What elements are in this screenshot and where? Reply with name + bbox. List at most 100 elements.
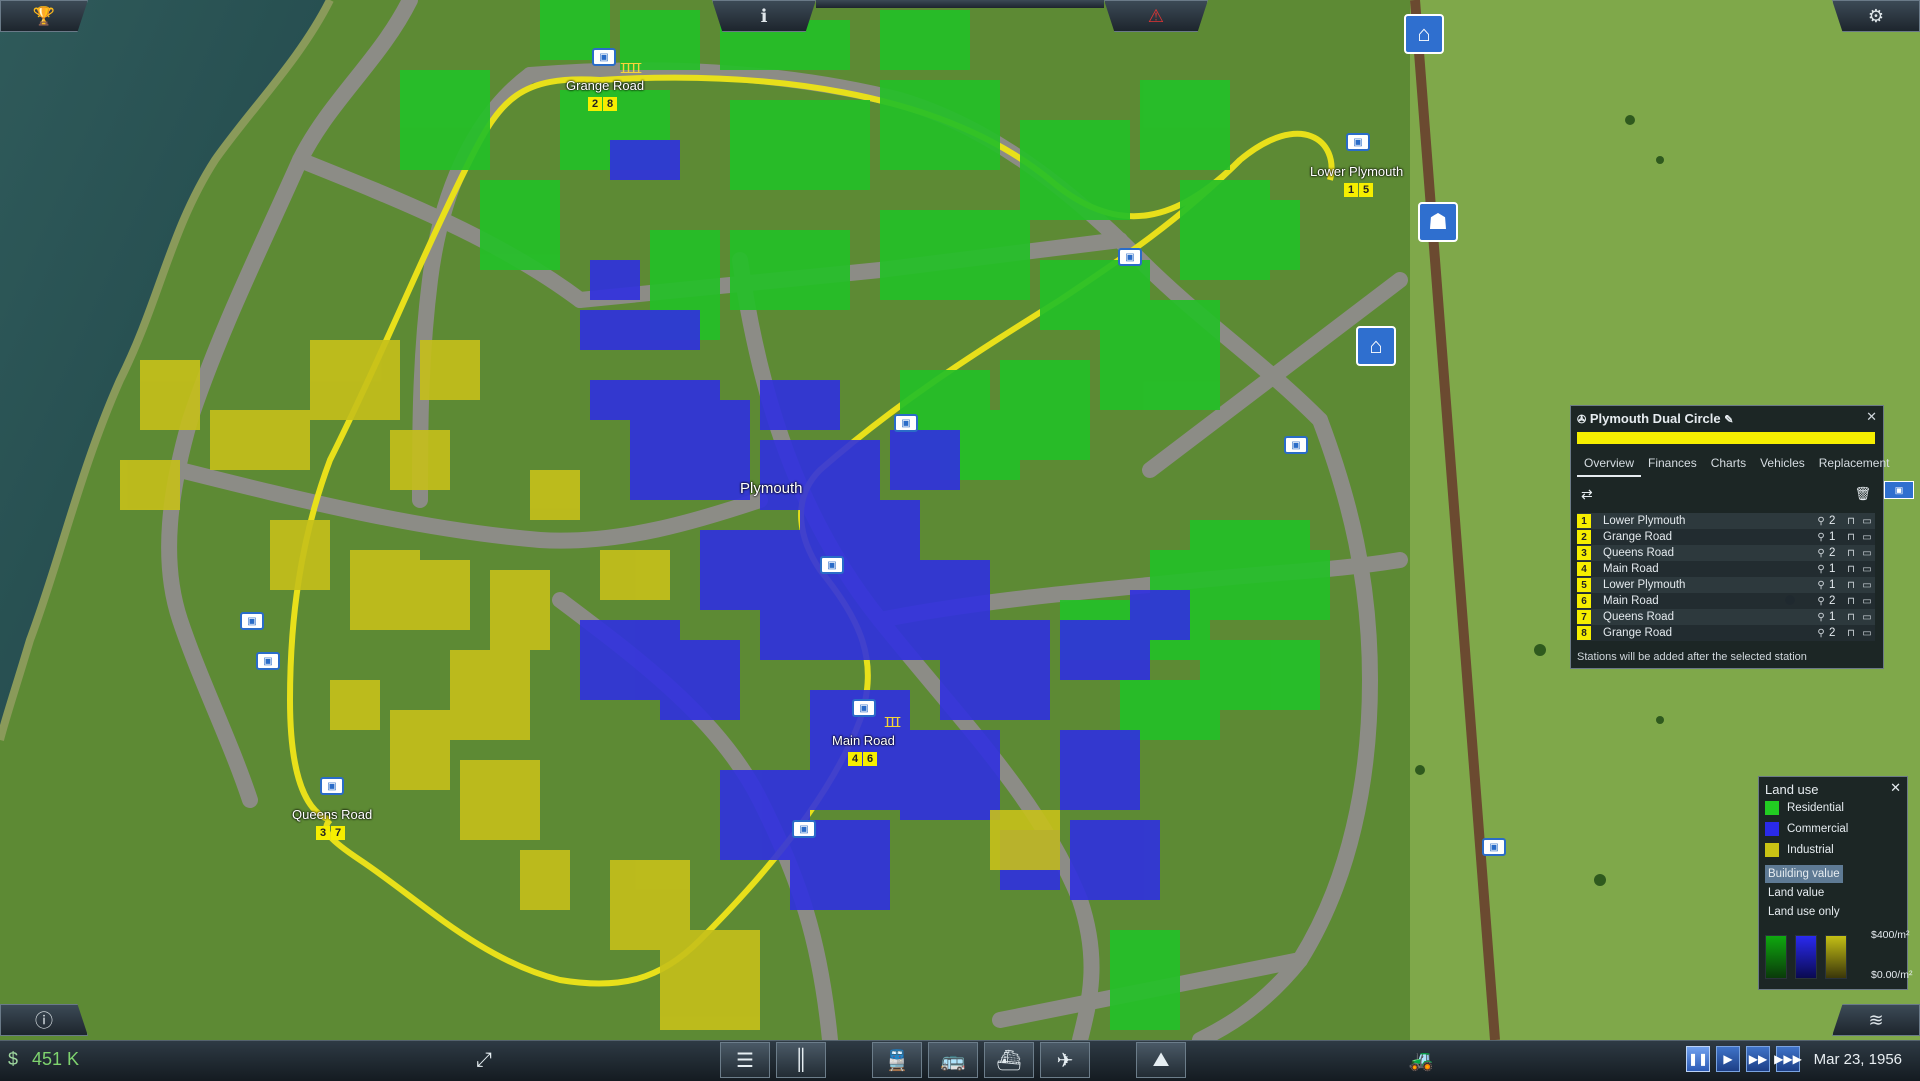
play-button[interactable]: ▶ [1716, 1046, 1740, 1072]
bus-stop-icon[interactable]: ▣ [240, 612, 264, 630]
waiting-icon: ⚲ [1817, 563, 1825, 575]
line-color-bar[interactable] [1577, 432, 1875, 444]
fast-forward-button[interactable]: ▶▶ [1746, 1046, 1770, 1072]
town-label[interactable]: Plymouth [740, 480, 803, 497]
mode-land-use-only[interactable]: Land use only [1765, 903, 1843, 921]
stop-toggle-icon[interactable]: ▭ [1859, 516, 1875, 527]
lock-icon[interactable]: ⊓ [1843, 612, 1859, 623]
rotate-button[interactable]: ⤢ [458, 1042, 510, 1078]
bus-stop-icon[interactable]: ▣ [1118, 248, 1142, 266]
trophy-icon: 🏆 [32, 5, 56, 26]
station-row[interactable]: 4 Main Road ⚲ 1 ⊓ ▭ [1577, 561, 1875, 577]
waiting-icon: ⚲ [1817, 611, 1825, 623]
station-number: 5 [1577, 578, 1591, 592]
close-button[interactable]: ✕ [1866, 409, 1877, 425]
station-row[interactable]: 8 Grange Road ⚲ 2 ⊓ ▭ [1577, 625, 1875, 641]
stop-toggle-icon[interactable]: ▭ [1859, 564, 1875, 575]
stop-toggle-icon[interactable]: ▭ [1859, 628, 1875, 639]
station-row[interactable]: 3 Queens Road ⚲ 2 ⊓ ▭ [1577, 545, 1875, 561]
tab-charts[interactable]: Charts [1704, 452, 1753, 477]
station-row[interactable]: 7 Queens Road ⚲ 1 ⊓ ▭ [1577, 609, 1875, 625]
station-row[interactable]: 2 Grange Road ⚲ 1 ⊓ ▭ [1577, 529, 1875, 545]
station-label-lower-plymouth[interactable]: Lower Plymouth [1310, 164, 1403, 179]
mode-building-value[interactable]: Building value [1765, 865, 1843, 883]
line-icon: ✇ [1577, 414, 1587, 426]
trash-icon[interactable]: 🗑 [1854, 486, 1871, 502]
bus-stop-icon[interactable]: ▣ [1884, 481, 1914, 499]
bus-depot-icon[interactable]: ⌂ [1356, 326, 1396, 366]
passenger-station-icon[interactable]: ☗ [1418, 202, 1458, 242]
bus-station-icon[interactable]: ▣ [592, 48, 616, 66]
lock-icon[interactable]: ⊓ [1843, 596, 1859, 607]
lock-icon[interactable]: ⊓ [1843, 580, 1859, 591]
settings-button[interactable]: ⚙ [1832, 0, 1920, 32]
stop-toggle-icon[interactable]: ▭ [1859, 532, 1875, 543]
station-label-grange-road[interactable]: Grange Road [566, 78, 644, 93]
stop-toggle-icon[interactable]: ▭ [1859, 596, 1875, 607]
line-window-title[interactable]: ✇ Plymouth Dual Circle ✎ [1577, 411, 1733, 426]
lock-icon[interactable]: ⊓ [1843, 564, 1859, 575]
lock-icon[interactable]: ⊓ [1843, 532, 1859, 543]
fastest-icon: ▶▶▶ [1774, 1052, 1802, 1066]
warning-button[interactable]: ⚠ [1104, 0, 1208, 32]
legend-commercial: Commercial [1765, 822, 1848, 836]
edit-icon[interactable]: ✎ [1724, 414, 1733, 426]
stop-toggle-icon[interactable]: ▭ [1859, 548, 1875, 559]
rotate-icon: ⤢ [476, 1048, 492, 1071]
bus-stop-icon[interactable]: ▣ [820, 556, 844, 574]
fastest-button[interactable]: ▶▶▶ [1774, 1046, 1802, 1072]
station-row[interactable]: 1 Lower Plymouth ⚲ 2 ⊓ ▭ [1577, 513, 1875, 529]
info-panel-button[interactable]: ⓘ [0, 1004, 88, 1036]
play-icon: ▶ [1723, 1052, 1733, 1066]
road-button[interactable]: ║ [776, 1042, 826, 1078]
station-number: 3 [1577, 546, 1591, 560]
bus-station-icon[interactable]: ▣ [1346, 133, 1370, 151]
ship-button[interactable]: ⛴ [984, 1042, 1034, 1078]
lock-icon[interactable]: ⊓ [1843, 548, 1859, 559]
lock-icon[interactable]: ⊓ [1843, 516, 1859, 527]
tab-replacement[interactable]: Replacement [1812, 452, 1897, 477]
station-row[interactable]: 6 Main Road ⚲ 2 ⊓ ▭ [1577, 593, 1875, 609]
info-button[interactable]: ℹ [712, 0, 816, 32]
pause-icon: ❚❚ [1687, 1052, 1709, 1066]
tab-overview[interactable]: Overview [1577, 452, 1642, 477]
station-label-main-road[interactable]: Main Road [832, 733, 895, 748]
tab-finances[interactable]: Finances [1641, 452, 1704, 477]
bus-station-icon[interactable]: ▣ [320, 777, 344, 795]
bus-stop-icon[interactable]: ▣ [256, 652, 280, 670]
bus-button[interactable]: 🚌 [928, 1042, 978, 1078]
rail-track-button[interactable]: ☰ [720, 1042, 770, 1078]
bulldozer-button[interactable]: 🚜 [1396, 1042, 1446, 1078]
terrain-button[interactable]: ⛰ [1136, 1042, 1186, 1078]
station-name: Queens Road [1603, 547, 1674, 559]
bus-station-icon[interactable]: ▣ [852, 699, 876, 717]
lock-icon[interactable]: ⊓ [1843, 628, 1859, 639]
station-row[interactable]: 5 Lower Plymouth ⚲ 1 ⊓ ▭ [1577, 577, 1875, 593]
train-stop-icon[interactable]: ▣ [1482, 838, 1506, 856]
money-display[interactable]: $451 K [8, 1049, 79, 1070]
stop-toggle-icon[interactable]: ▭ [1859, 612, 1875, 623]
game-date: Mar 23, 1956 [1813, 1051, 1902, 1068]
bus-stop-icon[interactable]: ▣ [1284, 436, 1308, 454]
bus-stop-icon[interactable]: ▣ [894, 414, 918, 432]
airplane-button[interactable]: ✈ [1040, 1042, 1090, 1078]
layers-button[interactable]: ≋ [1832, 1004, 1920, 1036]
train-depot-icon[interactable]: ⌂ [1404, 14, 1444, 54]
mode-land-value[interactable]: Land value [1765, 884, 1843, 902]
train-button[interactable]: 🚆 [872, 1042, 922, 1078]
station-label-queens-road[interactable]: Queens Road [292, 807, 372, 822]
value-max-label: $400/m² [1871, 929, 1910, 941]
station-count: 2 [1829, 595, 1836, 607]
passengers-icon: ⵊⵊⵊ [884, 714, 901, 730]
close-button[interactable]: ✕ [1890, 780, 1901, 796]
road-icon: ║ [793, 1048, 809, 1071]
tab-vehicles[interactable]: Vehicles [1753, 452, 1812, 477]
waiting-icon: ⚲ [1817, 627, 1825, 639]
bus-stop-icon[interactable]: ▣ [792, 820, 816, 838]
pause-button[interactable]: ❚❚ [1686, 1046, 1710, 1072]
commercial-swatch [1765, 822, 1779, 836]
add-station-icon[interactable]: ⇄ [1581, 486, 1593, 503]
achievements-button[interactable]: 🏆 [0, 0, 88, 32]
stop-toggle-icon[interactable]: ▭ [1859, 580, 1875, 591]
station-lines-lower-plymouth: 15 [1344, 183, 1373, 197]
